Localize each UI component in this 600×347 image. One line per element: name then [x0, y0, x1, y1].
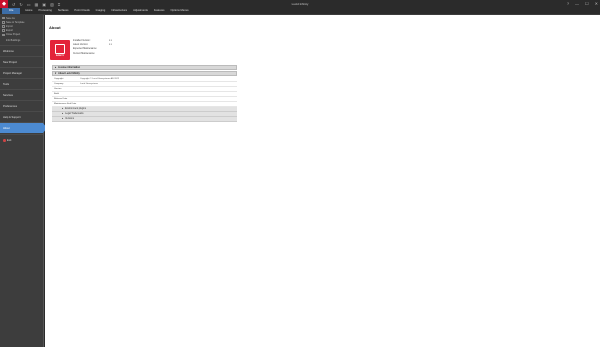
undo-icon[interactable]: ↺ — [12, 2, 15, 7]
expand-icon: ▸ — [62, 113, 64, 115]
redo-icon[interactable]: ↻ — [19, 2, 22, 7]
about-properties: Copyright Copyright © Lucid Geosystems AB… — [52, 77, 237, 107]
expand-icon: ▸ — [62, 108, 64, 110]
tab-features[interactable]: Features — [151, 8, 168, 14]
version-row: Current Maintenance: — [73, 52, 96, 55]
template-icon — [2, 21, 5, 24]
exit-icon — [3, 139, 6, 142]
ribbon-tabs: File Home Processing Surfaces Point Clou… — [0, 8, 600, 15]
nav-preferences[interactable]: Preferences — [0, 100, 43, 111]
import-icon — [2, 25, 5, 28]
tab-processing[interactable]: Processing — [36, 8, 55, 14]
versions-header[interactable]: ▸ Versions — [52, 117, 237, 122]
toolbar-icon-5[interactable]: ⌗ — [58, 2, 60, 7]
app-logo-icon[interactable]: ◆ — [0, 0, 8, 8]
nav-services[interactable]: Services — [0, 89, 43, 100]
page-title: About — [49, 25, 61, 30]
product-logo: INFINITY — [50, 40, 70, 60]
nav-exit[interactable]: Exit — [0, 134, 43, 145]
collapse-icon: ▾ — [55, 73, 57, 75]
close-project-icon — [2, 33, 5, 37]
toolbar-icon-2[interactable]: ▦ — [35, 2, 39, 7]
toolbar-icon-1[interactable]: ▭ — [27, 2, 31, 7]
recent-project-item[interactable]: Info Buildings — [2, 38, 43, 42]
tab-imaging[interactable]: Imaging — [93, 8, 109, 14]
save-as-icon — [2, 16, 5, 20]
nav-new-project[interactable]: New Project — [0, 56, 43, 67]
expand-icon: ▸ — [62, 118, 64, 120]
product-logo-text: INFINITY — [55, 54, 65, 57]
tab-file[interactable]: File — [2, 8, 21, 14]
help-icon[interactable]: ? — [567, 1, 569, 6]
license-information-header[interactable]: ▸ License information — [52, 65, 237, 70]
nav-welcome[interactable]: Welcome — [0, 45, 43, 56]
product-logo-icon — [55, 43, 65, 54]
export-icon — [2, 29, 5, 32]
tab-infrastructure[interactable]: Infrastructure — [108, 8, 130, 14]
maximize-icon[interactable]: ☐ — [585, 1, 589, 6]
nav-tools[interactable]: Tools — [0, 78, 43, 89]
title-bar: ◆ ↺ ↻ ▭ ▦ ▣ ▧ ⌗ Lucid Infinity ? — ☐ ✕ — [0, 0, 600, 8]
window-title: Lucid Infinity — [291, 2, 309, 6]
minimize-icon[interactable]: — — [575, 1, 579, 6]
quick-access-toolbar: ↺ ↻ ▭ ▦ ▣ ▧ ⌗ — [12, 2, 60, 7]
tab-surfaces[interactable]: Surfaces — [55, 8, 72, 14]
version-info: Installed Version: x.x Latest Version: x.x… — [73, 40, 133, 57]
nav-about[interactable]: About — [0, 122, 47, 134]
toolbar-icon-4[interactable]: ▧ — [50, 2, 54, 7]
tab-adjustments[interactable]: Adjustments — [130, 8, 151, 14]
tab-options-menus[interactable]: Options Menus — [167, 8, 191, 14]
nav-project-manager[interactable]: Project Manager — [0, 67, 43, 78]
backstage-sidebar: Save As Save to Template Import Export C… — [0, 15, 47, 347]
window-controls: ? — ☐ ✕ — [567, 1, 598, 6]
file-actions: Save As Save to Template Import Export C… — [0, 15, 43, 42]
close-project-item[interactable]: Close Project — [2, 33, 43, 37]
tab-home[interactable]: Home — [22, 8, 35, 14]
expand-icon: ▸ — [55, 67, 57, 69]
about-panel: About INFINITY Installed Version: x.x Lat… — [45, 15, 600, 347]
tab-point-clouds[interactable]: Point Clouds — [71, 8, 92, 14]
close-icon[interactable]: ✕ — [595, 1, 598, 6]
toolbar-icon-3[interactable]: ▣ — [42, 2, 46, 7]
backstage-nav: Welcome New Project Project Manager Tool… — [0, 45, 47, 145]
about-section-header[interactable]: ▾ About Lucid Infinity — [52, 71, 237, 76]
nav-help-support[interactable]: Help & Support — [0, 111, 43, 122]
